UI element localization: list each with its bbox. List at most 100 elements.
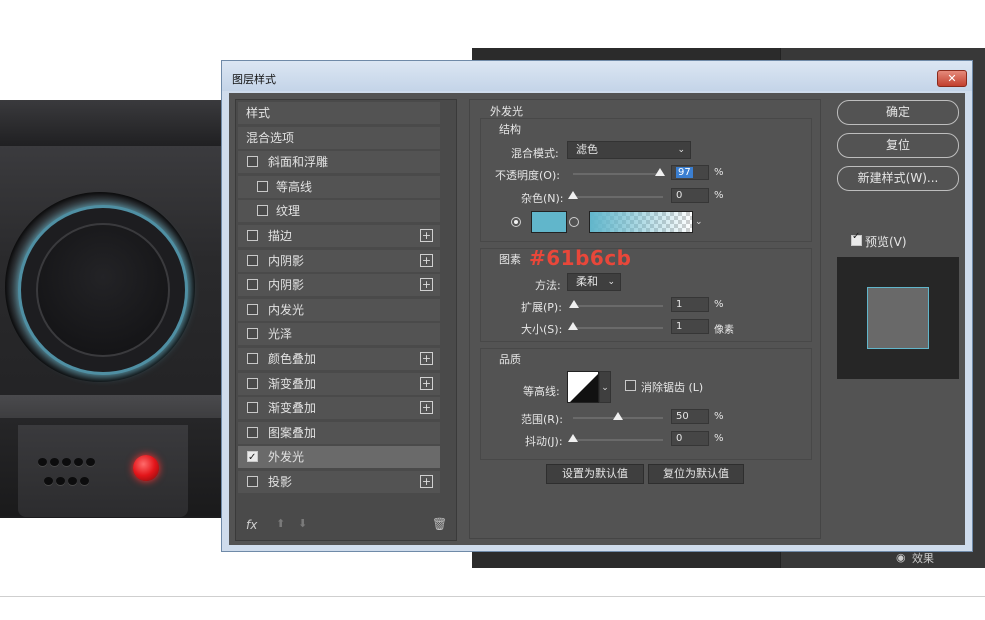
dialog-client: 样式 混合选项 斜面和浮雕 等高线 纹理 描边 + 内阴影 + 内阴影 + 内发光 光泽 颜色叠加 + 渐变叠…: [229, 93, 965, 545]
style-item[interactable]: 样式: [238, 102, 440, 124]
set-default-button[interactable]: 设置为默认值: [546, 464, 644, 484]
add-style-icon[interactable]: +: [420, 376, 433, 390]
add-style-icon[interactable]: +: [420, 278, 433, 292]
opacity-unit: %: [714, 167, 724, 178]
style-item[interactable]: 内阴影 +: [238, 274, 440, 297]
contour-dropdown-icon[interactable]: ⌄: [599, 371, 611, 403]
style-checkbox[interactable]: [247, 426, 258, 438]
size-slider[interactable]: [568, 322, 663, 330]
jitter-input[interactable]: 0: [671, 431, 709, 446]
add-style-icon[interactable]: +: [420, 229, 433, 242]
style-item[interactable]: 外发光: [238, 446, 440, 469]
style-item[interactable]: 图案叠加: [238, 421, 440, 444]
style-checkbox[interactable]: [247, 254, 258, 266]
style-item-label: 样式: [246, 106, 271, 120]
range-slider[interactable]: [573, 412, 663, 420]
style-checkbox[interactable]: [247, 353, 258, 364]
opacity-input[interactable]: 97: [671, 165, 709, 180]
opacity-slider[interactable]: [573, 168, 666, 176]
size-slider-thumb[interactable]: [568, 322, 579, 330]
style-checkbox[interactable]: [247, 230, 258, 241]
preview-checkbox[interactable]: [851, 231, 862, 246]
solid-color-radio[interactable]: [511, 217, 521, 227]
spread-input[interactable]: 1: [671, 297, 709, 312]
style-checkbox[interactable]: [247, 328, 258, 340]
style-item[interactable]: 光泽: [238, 323, 440, 346]
style-checkbox[interactable]: [257, 180, 268, 192]
size-input[interactable]: 1: [671, 319, 709, 334]
noise-slider[interactable]: [568, 191, 663, 199]
style-item-label: 投影: [268, 475, 293, 489]
fx-button[interactable]: fx: [246, 518, 257, 532]
new-style-button[interactable]: 新建样式(W)...: [837, 166, 959, 191]
contour-picker[interactable]: [567, 371, 599, 403]
dialog-title: 图层样式: [232, 73, 276, 86]
style-checkbox[interactable]: [247, 447, 258, 469]
preview-row[interactable]: 预览(V): [851, 231, 907, 250]
outer-glow-panel: 外发光 结构 混合模式: 滤色 ⌄ 不透明度(O): 97 % 杂色(N): 0…: [469, 99, 821, 539]
style-checkbox[interactable]: [247, 303, 258, 315]
speaker-cone: [36, 223, 170, 357]
style-item[interactable]: 颜色叠加 +: [238, 348, 440, 370]
style-item[interactable]: 斜面和浮雕: [238, 151, 440, 174]
style-item[interactable]: 渐变叠加 +: [238, 397, 440, 420]
add-style-icon[interactable]: +: [420, 475, 433, 488]
glow-color-swatch[interactable]: [531, 211, 567, 233]
style-checkbox[interactable]: [247, 156, 258, 168]
spread-unit: %: [714, 299, 724, 310]
style-checkbox[interactable]: [257, 205, 268, 217]
close-button[interactable]: ✕: [937, 70, 967, 87]
style-item[interactable]: 内阴影 +: [238, 249, 440, 272]
ok-button[interactable]: 确定: [837, 100, 959, 125]
noise-slider-thumb[interactable]: [568, 191, 578, 199]
add-style-icon[interactable]: +: [420, 352, 433, 365]
style-checkbox[interactable]: [247, 476, 258, 487]
jitter-slider[interactable]: [568, 434, 663, 442]
style-checkbox[interactable]: [247, 402, 258, 414]
blend-mode-value: 滤色: [576, 143, 598, 156]
spread-slider[interactable]: [568, 300, 663, 308]
antialias-checkbox[interactable]: [625, 380, 636, 391]
range-input[interactable]: 50: [671, 409, 709, 424]
style-item[interactable]: 内发光: [238, 298, 440, 321]
style-item[interactable]: 混合选项: [238, 126, 440, 149]
opacity-slider-thumb[interactable]: [655, 168, 666, 176]
style-item[interactable]: 纹理: [238, 200, 440, 223]
style-item[interactable]: 投影 +: [238, 471, 440, 493]
move-up-icon[interactable]: ⬆: [276, 517, 285, 530]
styles-footer: fx ⬆ ⬇ 🗑: [236, 514, 456, 538]
gradient-dropdown-icon[interactable]: ⌄: [695, 211, 707, 233]
structure-title: 结构: [499, 123, 521, 136]
reset-default-button[interactable]: 复位为默认值: [648, 464, 744, 484]
style-item-label: 图案叠加: [268, 425, 317, 440]
style-checkbox[interactable]: [247, 279, 258, 291]
styles-scrollbar[interactable]: [442, 102, 454, 512]
chevron-down-icon: ⌄: [677, 145, 685, 155]
style-item[interactable]: 描边 +: [238, 225, 440, 247]
spread-label: 扩展(P):: [521, 301, 562, 314]
style-item[interactable]: 渐变叠加 +: [238, 372, 440, 395]
contour-curve-icon: [570, 374, 598, 402]
add-style-icon[interactable]: +: [420, 253, 433, 267]
preview-swatch: [867, 287, 929, 349]
spread-slider-thumb[interactable]: [568, 300, 579, 308]
chevron-down-icon: ⌄: [607, 277, 615, 287]
range-slider-thumb[interactable]: [613, 412, 623, 420]
method-select[interactable]: 柔和 ⌄: [567, 273, 621, 291]
jitter-slider-thumb[interactable]: [568, 434, 578, 442]
noise-input[interactable]: 0: [671, 188, 709, 203]
style-checkbox[interactable]: [247, 377, 258, 389]
move-down-icon[interactable]: ⬇: [298, 517, 307, 530]
contour-label: 等高线:: [523, 385, 560, 398]
reset-button[interactable]: 复位: [837, 133, 959, 158]
blend-mode-select[interactable]: 滤色 ⌄: [567, 141, 691, 159]
add-style-icon[interactable]: +: [420, 401, 433, 415]
outer-glow-title: 外发光: [490, 105, 523, 118]
style-item[interactable]: 等高线: [238, 175, 440, 198]
glow-gradient-swatch[interactable]: [589, 211, 693, 233]
method-value: 柔和: [576, 275, 598, 288]
delete-icon[interactable]: 🗑: [432, 517, 447, 531]
dialog-titlebar[interactable]: 图层样式 ✕: [222, 61, 972, 91]
gradient-radio[interactable]: [569, 217, 579, 227]
device-top-panel: [0, 100, 225, 147]
